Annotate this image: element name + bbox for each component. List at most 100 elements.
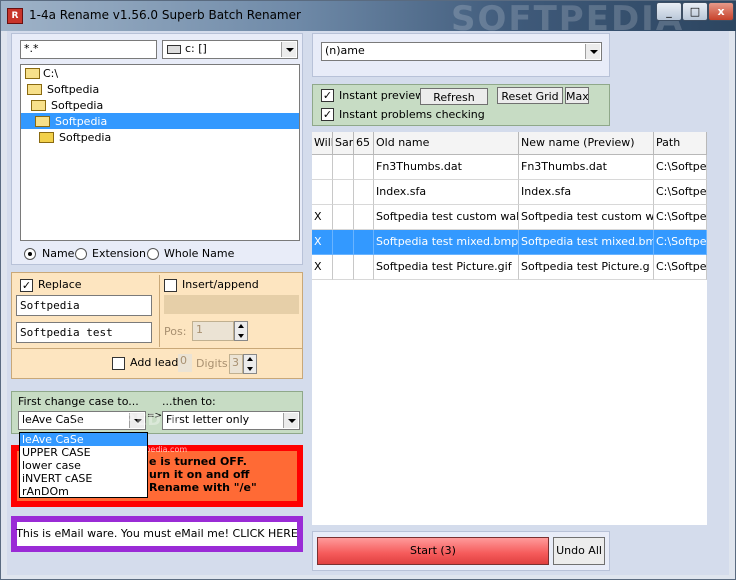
insert-checkbox[interactable] [164, 279, 177, 292]
row-1-sar[interactable] [333, 180, 354, 205]
lead-label: Add lead [130, 356, 179, 369]
row-0-path[interactable]: C:\Softpe [654, 155, 707, 180]
col-path[interactable]: Path [654, 132, 707, 155]
pos-spinner[interactable] [234, 321, 248, 341]
lead-value[interactable]: 0 [178, 354, 192, 372]
reset-grid-button[interactable]: Reset Grid [497, 87, 563, 104]
case-option-upper[interactable]: UPPER CASE [20, 446, 147, 459]
pattern-select[interactable]: (n)ame [321, 42, 602, 61]
tree-item-c[interactable]: C:\ [43, 67, 58, 80]
digits-spinner[interactable] [243, 354, 257, 374]
instant-problems-label: Instant problems checking [339, 108, 485, 121]
row-0-old[interactable]: Fn3Thumbs.dat [374, 155, 519, 180]
row-1-65[interactable] [354, 180, 374, 205]
chevron-down-icon[interactable] [283, 413, 298, 428]
replace-input[interactable]: Softpedia test [16, 322, 152, 343]
row-0-will[interactable] [312, 155, 333, 180]
digits-label: Digits: [196, 357, 232, 370]
row-3-old[interactable]: Softpedia test mixed.bmp [374, 230, 519, 255]
drive-select[interactable]: c: [] [162, 40, 298, 59]
row-1-will[interactable] [312, 180, 333, 205]
lead-divider [12, 348, 302, 349]
scope-extension-radio[interactable] [75, 248, 87, 260]
warning-line-2: urn it on and off [149, 468, 250, 481]
col-will[interactable]: Will [312, 132, 333, 155]
case-option-invert[interactable]: iNVERT cASE [20, 472, 147, 485]
row-2-will[interactable]: X [312, 205, 333, 230]
folder-icon [39, 132, 54, 143]
tree-item-softpedia-1[interactable]: Softpedia [47, 83, 99, 96]
action-panel: Start (3) Undo All [312, 531, 610, 571]
row-3-path[interactable]: C:\Softpe [654, 230, 707, 255]
pattern-value: (n)ame [325, 44, 365, 57]
tree-item-softpedia-4[interactable]: Softpedia [59, 131, 111, 144]
case-option-leave[interactable]: leAve CaSe [20, 433, 147, 446]
row-1-old[interactable]: Index.sfa [374, 180, 519, 205]
row-2-path[interactable]: C:\Softpe [654, 205, 707, 230]
start-button[interactable]: Start (3) [317, 537, 549, 565]
maximize-button[interactable]: □ [682, 2, 708, 21]
find-input[interactable]: Softpedia [16, 295, 152, 316]
scope-name-radio[interactable] [24, 248, 36, 260]
folder-tree[interactable]: C:\ Softpedia Softpedia Softpedia Softpe… [20, 64, 300, 241]
lead-checkbox[interactable] [112, 357, 125, 370]
insert-input[interactable] [164, 295, 299, 314]
case-option-lower[interactable]: lower case [20, 459, 147, 472]
row-3-new[interactable]: Softpedia test mixed.bm [519, 230, 654, 255]
row-2-sar[interactable] [333, 205, 354, 230]
chevron-down-icon[interactable] [281, 42, 296, 57]
row-0-65[interactable] [354, 155, 374, 180]
row-2-old[interactable]: Softpedia test custom wallpap [374, 205, 519, 230]
scope-name-label: Name [42, 247, 75, 260]
scope-whole-radio[interactable] [147, 248, 159, 260]
close-button[interactable]: x [708, 2, 734, 21]
max-button[interactable]: Max [565, 87, 589, 104]
col-old-name[interactable]: Old name [374, 132, 519, 155]
row-4-65[interactable] [354, 255, 374, 280]
minimize-button[interactable]: _ [656, 2, 682, 21]
pos-label: Pos: [164, 325, 187, 338]
chevron-down-icon[interactable] [585, 44, 600, 59]
row-3-sar[interactable] [333, 230, 354, 255]
row-4-will[interactable]: X [312, 255, 333, 280]
row-3-will[interactable]: X [312, 230, 333, 255]
filter-input[interactable]: *.* [20, 40, 157, 59]
col-new-name[interactable]: New name (Preview) [519, 132, 654, 155]
title-bar[interactable]: R 1-4a Rename v1.56.0 Superb Batch Renam… [1, 0, 736, 39]
row-2-65[interactable] [354, 205, 374, 230]
row-4-old[interactable]: Softpedia test Picture.gif [374, 255, 519, 280]
email-ware-box[interactable]: This is eMail ware. You must eMail me! C… [11, 516, 303, 552]
row-0-new[interactable]: Fn3Thumbs.dat [519, 155, 654, 180]
col-65[interactable]: 65 I [354, 132, 374, 155]
options-panel: ✓ Instant preview Refresh Reset Grid Max… [312, 84, 610, 126]
pos-input[interactable]: 1 [192, 321, 234, 341]
app-window: R 1-4a Rename v1.56.0 Superb Batch Renam… [0, 0, 736, 580]
refresh-button[interactable]: Refresh [420, 88, 488, 105]
open-folder-icon [27, 84, 42, 95]
row-3-65[interactable] [354, 230, 374, 255]
col-sar[interactable]: Sar [333, 132, 354, 155]
then-case-select[interactable]: First letter only [162, 411, 300, 430]
case-option-random[interactable]: rAnDOm [20, 485, 147, 498]
row-0-sar[interactable] [333, 155, 354, 180]
row-4-new[interactable]: Softpedia test Picture.g [519, 255, 654, 280]
replace-checkbox[interactable]: ✓ [20, 279, 33, 292]
instant-problems-checkbox[interactable]: ✓ [321, 108, 334, 121]
email-ware-text[interactable]: This is eMail ware. You must eMail me! C… [11, 527, 303, 540]
case-dropdown-list[interactable]: leAve CaSe UPPER CASE lower case iNVERT … [19, 432, 148, 498]
then-case-label: ...then to: [162, 395, 216, 408]
row-4-path[interactable]: C:\Softpe [654, 255, 707, 280]
tree-item-softpedia-3[interactable]: Softpedia [55, 115, 107, 128]
file-grid[interactable]: Will Sar 65 I Old name New name (Preview… [312, 132, 707, 525]
row-1-path[interactable]: C:\Softpe [654, 180, 707, 205]
digits-input[interactable]: 3 [229, 354, 243, 374]
row-1-new[interactable]: Index.sfa [519, 180, 654, 205]
row-4-sar[interactable] [333, 255, 354, 280]
instant-preview-checkbox[interactable]: ✓ [321, 89, 334, 102]
app-icon[interactable]: R [7, 8, 23, 24]
tree-item-softpedia-2[interactable]: Softpedia [51, 99, 103, 112]
open-folder-icon [31, 100, 46, 111]
case-watermark: SOFTPEDIA [72, 410, 183, 429]
undo-all-button[interactable]: Undo All [553, 537, 605, 565]
row-2-new[interactable]: Softpedia test custom w [519, 205, 654, 230]
